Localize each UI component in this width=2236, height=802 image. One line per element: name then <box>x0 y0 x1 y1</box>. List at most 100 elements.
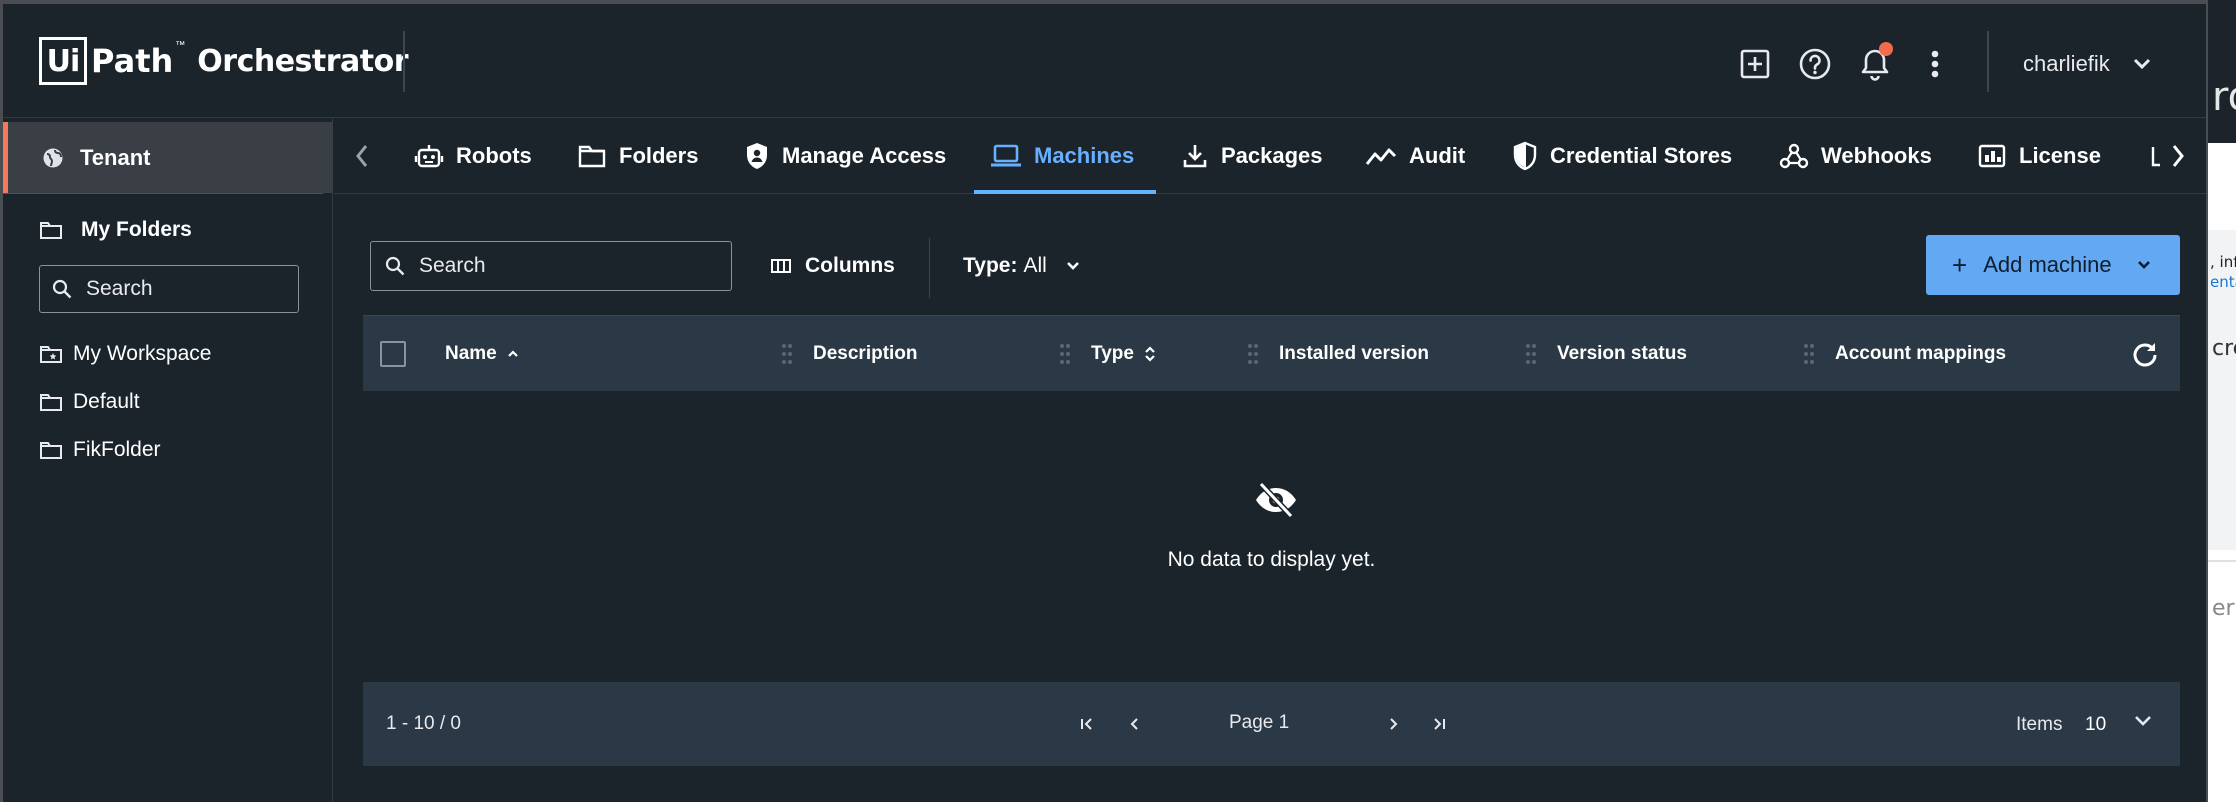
folder-search-input[interactable] <box>86 277 286 301</box>
tab-webhooks[interactable]: Webhooks <box>1779 118 1932 194</box>
search-icon <box>52 279 72 299</box>
column-drag-handle[interactable] <box>1525 342 1537 366</box>
search-icon <box>385 256 405 276</box>
laptop-icon <box>991 144 1021 167</box>
column-label: Name <box>445 343 497 364</box>
divider <box>3 193 323 194</box>
folder-item-fikfolder[interactable]: FikFolder <box>39 438 161 462</box>
shield-icon <box>1513 141 1537 171</box>
tab-manage-access[interactable]: Manage Access <box>744 118 946 194</box>
folder-icon <box>40 222 62 239</box>
tab-label: Credential Stores <box>1550 143 1733 168</box>
folder-item-my-workspace[interactable]: My Workspace <box>39 342 211 366</box>
plus-icon: + <box>1952 250 1968 280</box>
tab-machines[interactable]: Machines <box>973 118 1157 194</box>
uipath-logo[interactable]: Ui Path ™ Orchestrator <box>39 36 409 86</box>
tab-robots[interactable]: Robots <box>414 118 532 194</box>
logo-trademark: ™ <box>175 40 186 51</box>
folder-icon <box>40 394 62 411</box>
column-header-name[interactable]: Name <box>445 316 519 392</box>
user-menu[interactable]: charliefik <box>2023 46 2152 82</box>
items-per-page-value[interactable]: 10 <box>2085 714 2106 736</box>
grid-body-empty: No data to display yet. <box>363 392 2180 682</box>
page-indicator: Page 1 <box>1229 712 1290 733</box>
webhook-icon <box>1779 143 1809 169</box>
shield-icon <box>747 143 767 169</box>
folder-label: Default <box>73 390 140 413</box>
sort-ascending-icon <box>507 350 518 357</box>
empty-state-message: No data to display yet. <box>1167 548 1376 571</box>
type-filter[interactable]: Type: All <box>963 244 1081 288</box>
top-header: Ui Path ™ Orchestrator charliefik <box>3 4 2206 118</box>
logo-ui-box: Ui <box>39 37 87 85</box>
orchestrator-window: Ui Path ™ Orchestrator charliefik Tenant <box>3 4 2206 802</box>
column-label: Version status <box>1557 343 1687 364</box>
column-drag-handle[interactable] <box>1059 342 1071 366</box>
first-page-icon[interactable] <box>1075 712 1099 736</box>
refresh-icon[interactable] <box>2131 340 2159 373</box>
column-drag-handle[interactable] <box>1247 342 1259 366</box>
column-header-account-mappings[interactable]: Account mappings <box>1835 316 2006 392</box>
tenant-label: Tenant <box>80 144 151 170</box>
eye-off-icon <box>1253 480 1299 525</box>
workspace-folder-icon <box>40 346 62 363</box>
sort-icon <box>1145 346 1155 362</box>
header-divider <box>1987 31 1989 92</box>
tab-label: Webhooks <box>1821 143 1932 168</box>
folder-label: My Workspace <box>73 342 212 365</box>
help-icon[interactable] <box>1797 46 1833 82</box>
tab-folders[interactable]: Folders <box>577 118 698 194</box>
add-machine-label: Add machine <box>1983 252 2112 277</box>
column-header-description[interactable]: Description <box>813 316 918 392</box>
column-header-version-status[interactable]: Version status <box>1557 316 1687 392</box>
tab-bar: Robots Folders Manage Access Machines Pa… <box>334 118 2206 194</box>
columns-icon <box>771 259 791 273</box>
tenant-item[interactable]: Tenant <box>3 122 333 193</box>
column-label: Type <box>1091 343 1134 364</box>
bell-icon[interactable] <box>1857 42 1893 82</box>
column-header-type[interactable]: Type <box>1091 316 1156 392</box>
tab-label: Manage Access <box>782 143 947 168</box>
chevron-down-icon <box>2137 261 2150 269</box>
username: charliefik <box>2023 51 2110 76</box>
chevron-left-icon[interactable] <box>354 142 370 175</box>
background-link: entati <box>2210 273 2236 291</box>
add-square-icon[interactable] <box>1737 46 1773 82</box>
machine-search-input[interactable] <box>419 254 719 278</box>
select-all-checkbox[interactable] <box>380 341 406 367</box>
folder-icon <box>40 442 62 459</box>
machine-search[interactable] <box>370 241 732 291</box>
my-folders-heading[interactable]: My Folders <box>39 218 192 242</box>
folder-item-default[interactable]: Default <box>39 390 140 414</box>
chevron-down-icon <box>2133 58 2150 70</box>
license-icon <box>1978 144 2006 168</box>
tab-overflow-partial <box>2150 118 2172 194</box>
tab-packages[interactable]: Packages <box>1181 118 1323 194</box>
columns-button[interactable]: Columns <box>771 244 895 288</box>
background-heading: ro <box>2212 74 2236 120</box>
chevron-down-icon[interactable] <box>2133 714 2153 733</box>
background-divider <box>2208 560 2236 562</box>
items-per-page-label: Items <box>2016 714 2063 735</box>
column-drag-handle[interactable] <box>781 342 793 366</box>
chevron-right-icon[interactable] <box>2170 142 2186 175</box>
previous-page-icon[interactable] <box>1123 712 1147 736</box>
download-icon <box>1183 145 1207 168</box>
last-page-icon[interactable] <box>1427 712 1451 736</box>
tab-audit[interactable]: Audit <box>1365 118 1465 194</box>
folder-search[interactable] <box>39 265 299 313</box>
notification-badge <box>1879 42 1893 56</box>
column-header-installed-version[interactable]: Installed version <box>1279 316 1429 392</box>
tab-credential-stores[interactable]: Credential Stores <box>1512 118 1732 194</box>
record-range: 1 - 10 / 0 <box>386 713 461 734</box>
robot-icon <box>414 145 444 168</box>
next-page-icon[interactable] <box>1381 712 1405 736</box>
tab-license[interactable]: License <box>1977 118 2101 194</box>
add-machine-button[interactable]: + Add machine <box>1926 235 2180 295</box>
logo-path-text: Path <box>91 42 174 80</box>
column-drag-handle[interactable] <box>1803 342 1815 366</box>
tab-label: Audit <box>1409 143 1466 168</box>
background-page-header <box>2208 0 2236 143</box>
pagination-bar: 1 - 10 / 0 Page 1 Items 10 <box>363 682 2180 766</box>
more-vert-icon[interactable] <box>1917 46 1953 82</box>
